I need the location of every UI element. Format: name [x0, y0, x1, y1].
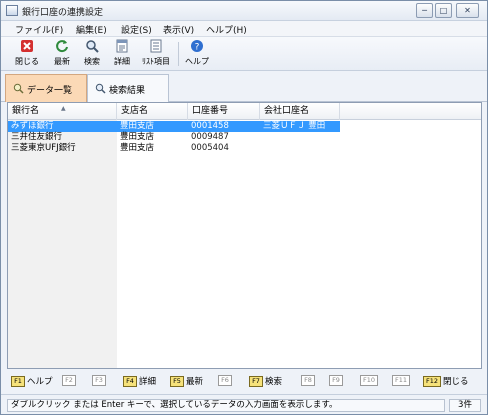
refresh-button[interactable]: 最新 — [49, 39, 75, 69]
column-header-company-account[interactable]: 会社口座名 — [260, 103, 340, 120]
window-title: 銀行口座の連携設定 — [22, 8, 104, 18]
cell-bank: 三菱東京UFJ銀行 — [11, 143, 76, 153]
search-button-label: 検索 — [84, 57, 100, 66]
status-bar: ダブルクリック または Enter キーで、選択しているデータの入力画面を表示し… — [1, 394, 487, 414]
refresh-icon — [56, 40, 68, 53]
toolbar-separator — [178, 42, 179, 66]
fkey-label: 検索 — [265, 377, 283, 387]
fkey-cap: F12 — [423, 375, 442, 387]
list-items-button[interactable]: ﾘｽﾄ項目 — [139, 39, 173, 69]
detail-button[interactable]: 詳細 — [109, 39, 135, 69]
search-button[interactable]: 検索 — [79, 39, 105, 69]
fkey-f5-refresh[interactable]: F5 最新 — [170, 375, 203, 388]
close-window-button[interactable]: ✕ — [456, 3, 479, 18]
help-button[interactable]: ? ヘルプ — [183, 39, 211, 69]
fkey-cap: F6 — [218, 375, 232, 386]
svg-text:?: ? — [195, 43, 200, 53]
refresh-button-label: 最新 — [54, 57, 70, 66]
fkey-label: 閉じる — [443, 377, 469, 387]
fkey-label: ヘルプ — [27, 377, 53, 387]
grid-body: みずほ銀行 豊田支店 0001458 三菱ＵＦＪ 豊田 三井住友銀行 豊田支店 … — [8, 120, 481, 368]
cell-account-number: 0001458 — [191, 121, 229, 131]
cell-account-number: 0009487 — [191, 132, 229, 142]
menu-bar: ファイル(F) 編集(E) 設定(S) 表示(V) ヘルプ(H) — [1, 21, 487, 37]
tab-data-list-label: データ一覧 — [27, 86, 73, 96]
fkey-cap: F8 — [301, 375, 315, 386]
tab-search-results-label: 検索結果 — [109, 86, 146, 96]
minimize-button[interactable]: ─ — [416, 3, 433, 18]
fkey-cap: F11 — [392, 375, 411, 386]
fkey-f3[interactable]: F3 — [92, 375, 108, 388]
search-icon — [86, 40, 99, 53]
fkey-f4-detail[interactable]: F4 詳細 — [123, 375, 156, 388]
fkey-f2[interactable]: F2 — [62, 375, 78, 388]
help-button-label: ヘルプ — [185, 57, 209, 66]
fkey-cap: F7 — [249, 375, 263, 387]
detail-button-label: 詳細 — [114, 57, 130, 66]
sort-ascending-icon: ▲ — [61, 105, 66, 112]
column-header-branch[interactable]: 支店名 — [117, 103, 188, 120]
tab-bar: データ一覧 検索結果 — [1, 71, 487, 102]
frozen-column-pane — [8, 120, 117, 368]
close-icon — [21, 40, 33, 52]
data-list-icon — [13, 83, 24, 94]
cell-bank: みずほ銀行 — [8, 121, 117, 132]
account-grid[interactable]: 銀行名 ▲ 支店名 口座番号 会社口座名 みずほ銀行 豊田支店 0001458 … — [7, 102, 482, 369]
tab-data-list[interactable]: データ一覧 — [5, 74, 87, 102]
column-header-bank[interactable]: 銀行名 ▲ — [8, 103, 117, 120]
fkey-cap: F2 — [62, 375, 76, 386]
menu-help[interactable]: ヘルプ(H) — [206, 23, 247, 36]
cell-company-account — [260, 132, 340, 143]
table-row[interactable]: 三井住友銀行 豊田支店 0009487 — [8, 132, 340, 143]
close-button-label: 閉じる — [15, 57, 39, 66]
status-message: ダブルクリック または Enter キーで、選択しているデータの入力画面を表示し… — [7, 399, 445, 412]
table-row[interactable]: みずほ銀行 豊田支店 0001458 三菱ＵＦＪ 豊田 — [8, 121, 340, 132]
menu-file[interactable]: ファイル(F) — [15, 23, 63, 36]
fkey-f6[interactable]: F6 — [218, 375, 234, 388]
cell-company-account — [260, 143, 340, 154]
toolbar: 閉じる 最新 検索 詳細 ﾘｽﾄ項目 ? ヘルプ — [1, 37, 487, 71]
help-icon: ? — [191, 40, 203, 53]
column-header-bank-label: 銀行名 — [12, 106, 40, 116]
record-count: 3件 — [449, 399, 481, 412]
cell-branch: 豊田支店 — [120, 143, 155, 153]
app-icon — [6, 5, 18, 16]
fkey-cap: F10 — [360, 375, 379, 386]
fkey-cap: F5 — [170, 375, 184, 387]
fkey-f11[interactable]: F11 — [392, 375, 412, 388]
fkey-cap: F3 — [92, 375, 106, 386]
fkey-cap: F4 — [123, 375, 137, 387]
fkey-label: 最新 — [186, 377, 204, 387]
tab-search-results[interactable]: 検索結果 — [87, 74, 169, 102]
fkey-f7-search[interactable]: F7 検索 — [249, 375, 282, 388]
table-row[interactable]: 三菱東京UFJ銀行 豊田支店 0005404 — [8, 143, 340, 154]
cell-account-number: 0005404 — [191, 143, 229, 153]
fkey-f12-close[interactable]: F12 閉じる — [423, 375, 469, 388]
fkey-cap: F1 — [11, 375, 25, 387]
cell-company-account: 三菱ＵＦＪ 豊田 — [263, 121, 326, 131]
fkey-f9[interactable]: F9 — [329, 375, 345, 388]
list-items-button-label: ﾘｽﾄ項目 — [142, 57, 170, 66]
menu-edit[interactable]: 編集(E) — [76, 23, 107, 36]
fkey-label: 詳細 — [139, 377, 157, 387]
maximize-button[interactable]: □ — [435, 3, 452, 18]
menu-settings[interactable]: 設定(S) — [121, 23, 152, 36]
cell-branch: 豊田支店 — [120, 132, 155, 142]
cell-branch: 豊田支店 — [120, 121, 155, 131]
main-window: 銀行口座の連携設定 ─ □ ✕ ファイル(F) 編集(E) 設定(S) 表示(V… — [0, 0, 488, 415]
detail-icon — [116, 39, 128, 53]
list-icon — [150, 39, 162, 53]
fkey-f1-help[interactable]: F1 ヘルプ — [11, 375, 53, 388]
title-bar: 銀行口座の連携設定 ─ □ ✕ — [1, 1, 487, 21]
column-header-account-number[interactable]: 口座番号 — [188, 103, 260, 120]
close-button[interactable]: 閉じる — [13, 39, 41, 69]
fkey-f10[interactable]: F10 — [360, 375, 380, 388]
grid-header: 銀行名 ▲ 支店名 口座番号 会社口座名 — [8, 103, 481, 120]
cell-bank: 三井住友銀行 — [11, 132, 63, 142]
fkey-f8[interactable]: F8 — [301, 375, 317, 388]
search-results-icon — [95, 83, 106, 94]
menu-view[interactable]: 表示(V) — [163, 23, 194, 36]
fkey-cap: F9 — [329, 375, 343, 386]
function-key-bar: F1 ヘルプ F2 F3 F4 詳細 F5 最新 F6 F7 検索 F8 F9 F10 — [7, 373, 482, 390]
